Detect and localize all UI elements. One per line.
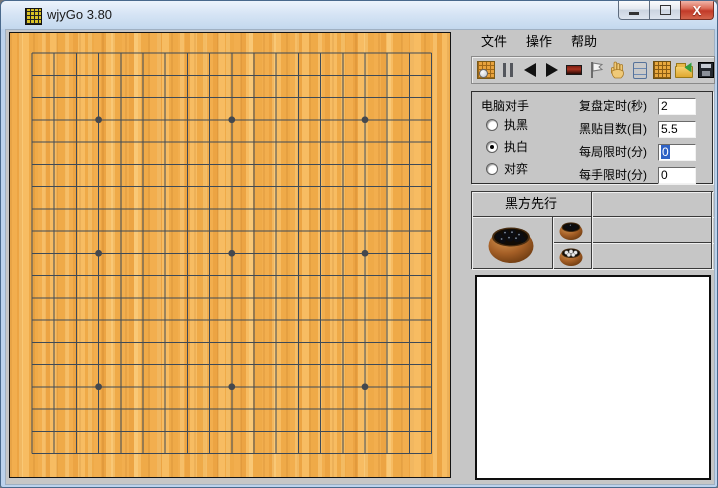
board-grid-icon [653,61,671,79]
maximize-icon [660,5,671,15]
replay-timer-input[interactable]: 2 [658,98,696,115]
move-list-panel[interactable] [475,275,711,480]
minimize-button[interactable] [618,1,650,20]
new-game-board-icon [477,61,495,79]
turn-status-label: 黑方先行 [471,192,591,216]
close-button[interactable]: X [680,1,714,20]
pass-flag-button[interactable] [586,60,606,80]
move-time-limit-input[interactable]: 0 [658,167,696,184]
game-time-limit-label: 每局限时(分) [579,144,657,161]
black-stones-bowl-large [486,220,536,266]
save-file-button[interactable] [696,60,716,80]
window-title: wjyGo 3.80 [47,1,112,28]
step-back-icon [524,63,536,77]
menu-file[interactable]: 文件 [481,33,507,51]
pause-icon [501,63,515,77]
step-back-button[interactable] [520,60,540,80]
komi-input[interactable]: 5.5 [658,121,696,138]
radio-circle[interactable] [486,163,498,175]
black-stones-bowl-small [558,219,584,241]
radio-match-label: 对弈 [504,160,528,177]
radio-circle-checked[interactable] [486,141,498,153]
close-icon: X [693,2,702,19]
menu-help[interactable]: 帮助 [571,33,597,51]
radio-match[interactable]: 对弈 [486,160,528,177]
count-score-button[interactable] [630,60,650,80]
move-time-limit-label: 每手限时(分) [579,167,657,184]
title-bar: wjyGo 3.80 X [1,1,717,29]
replay-timer-label: 复盘定时(秒) [579,98,657,115]
pause-button[interactable] [498,60,518,80]
white-stones-bowl-small [558,245,584,267]
stop-icon [566,65,582,75]
hand-move-button[interactable] [608,60,628,80]
go-board[interactable] [9,32,451,478]
settings-panel: 电脑对手 执黑 执白 对弈 复盘定时(秒) 2 黑贴目数(目) 5.5 每局限时… [471,91,713,184]
board-setup-button[interactable] [652,60,672,80]
status-table: 黑方先行 [471,191,713,269]
new-game-button[interactable] [476,60,496,80]
app-window: wjyGo 3.80 X 文件 操作 帮助 [0,0,718,488]
radio-play-white-label: 执白 [504,138,528,155]
calculator-score-icon [633,62,647,79]
app-logo-icon [25,8,42,25]
save-floppy-icon [698,62,714,78]
radio-circle[interactable] [486,119,498,131]
go-board-grid [10,33,450,477]
menu-bar: 文件 操作 帮助 [471,33,715,52]
stop-button[interactable] [564,60,584,80]
step-forward-icon [546,63,558,77]
game-time-limit-input[interactable]: 0 [658,144,696,161]
step-forward-button[interactable] [542,60,562,80]
radio-play-white[interactable]: 执白 [486,138,528,155]
open-file-button[interactable] [674,60,694,80]
open-folder-icon [675,66,693,78]
menu-operation[interactable]: 操作 [526,33,552,51]
radio-play-black-label: 执黑 [504,116,528,133]
toolbar [471,56,715,84]
hand-move-icon [609,61,627,80]
maximize-button[interactable] [649,1,681,20]
radio-play-black[interactable]: 执黑 [486,116,528,133]
minimize-icon [629,12,639,15]
komi-label: 黑贴目数(目) [579,121,657,138]
computer-opponent-label: 电脑对手 [481,97,529,114]
flag-pass-icon [588,61,604,79]
